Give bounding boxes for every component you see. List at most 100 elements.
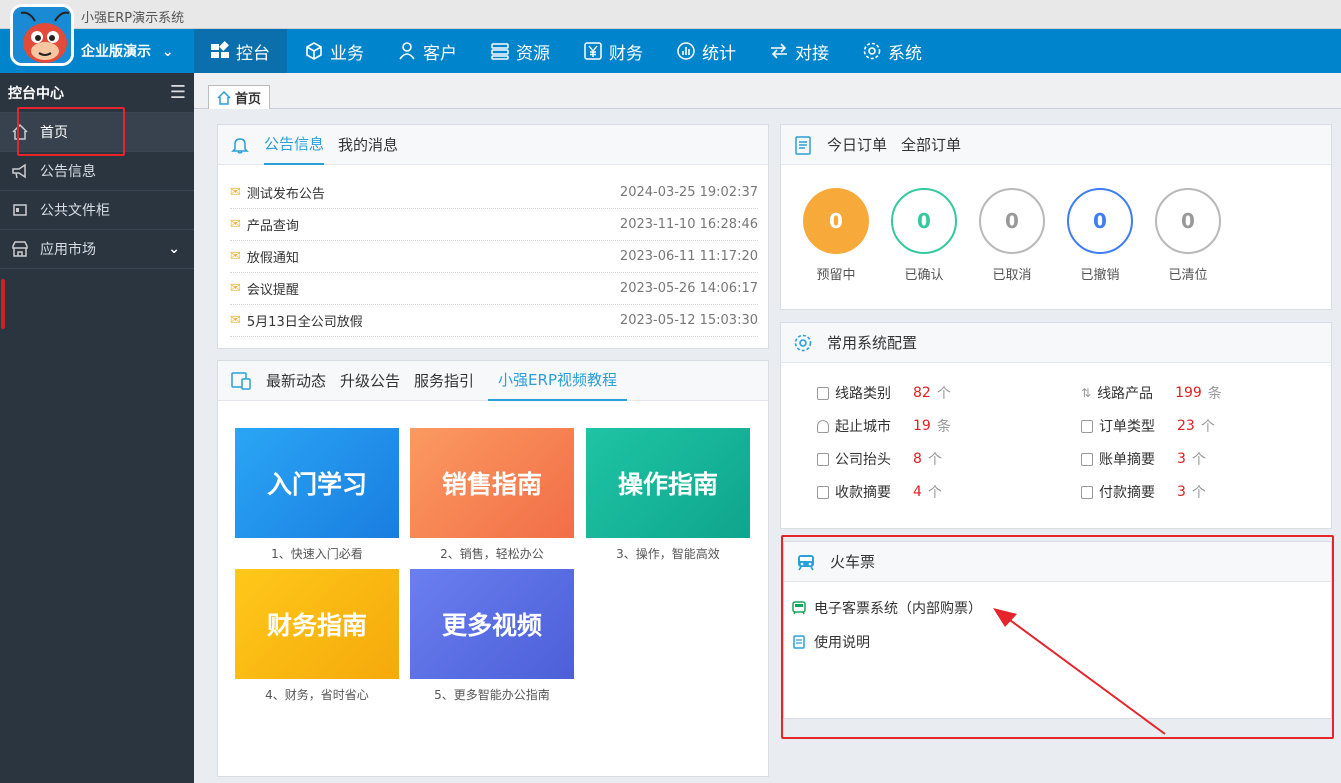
store-icon [0, 240, 40, 258]
stat-revoked-circle[interactable]: 0 [1067, 188, 1133, 254]
nav-finance[interactable]: 财务 [583, 29, 643, 73]
notice-title: 5月13日全公司放假 [246, 315, 363, 330]
config-label: 线路产品 [1097, 386, 1154, 402]
tab-my-messages[interactable]: 我的消息 [338, 134, 398, 155]
nav-integration[interactable]: 对接 [769, 29, 829, 73]
sidebar: 控台中心 ☰ 首页 公告信息 公共文件柜 应用市场 ⌄ [0, 73, 194, 783]
nav-dashboard[interactable]: 控台 [194, 29, 287, 73]
config-item-order-type[interactable]: 订单类型 23 个 [1081, 416, 1215, 436]
notice-title: 放假通知 [246, 251, 299, 266]
notices-header: 公告信息 我的消息 [218, 125, 768, 165]
edition-selector[interactable]: 企业版演示 ⌄ [81, 41, 174, 61]
tab-service-guide[interactable]: 服务指引 [414, 370, 474, 391]
video-card-sales-guide[interactable]: 销售指南 [410, 428, 574, 538]
sidebar-title: 控台中心 [8, 85, 64, 102]
config-unit: 个 [936, 386, 951, 402]
nav-label: 统计 [702, 43, 736, 64]
database-icon [491, 43, 509, 60]
config-item-company-header[interactable]: 公司抬头 8 个 [817, 449, 942, 469]
stat-reserved-circle[interactable]: 0 [803, 188, 869, 254]
notice-row[interactable]: ✉ 测试发布公告 2024-03-25 19:02:37 [230, 177, 758, 209]
config-count: 8 [913, 451, 922, 467]
video-card-more-videos[interactable]: 更多视频 [410, 569, 574, 679]
notice-date: 2023-11-10 16:28:46 [619, 217, 758, 232]
stat-value: 0 [1005, 209, 1019, 233]
notice-title: 测试发布公告 [246, 187, 325, 202]
mail-icon: ✉ [230, 217, 241, 232]
config-item-receipt-summary[interactable]: 收款摘要 4 个 [817, 482, 942, 502]
video-card-getting-started[interactable]: 入门学习 [235, 428, 399, 538]
tab-today-orders[interactable]: 今日订单 [827, 134, 887, 155]
nav-label: 客户 [423, 43, 457, 64]
config-item-payment-summary[interactable]: 付款摘要 3 个 [1081, 482, 1206, 502]
nav-resource[interactable]: 资源 [490, 29, 550, 73]
chevron-down-icon: ⌄ [161, 44, 174, 60]
nav-customer[interactable]: 客户 [397, 29, 457, 73]
payment-icon [1081, 485, 1093, 499]
config-count: 19 [913, 418, 931, 434]
sidebar-item-label: 公共文件柜 [40, 203, 110, 219]
card-caption: 5、更多智能办公指南 [434, 688, 550, 702]
config-unit: 个 [1191, 452, 1206, 468]
config-item-route-category[interactable]: 线路类别 82 个 [817, 383, 951, 403]
config-label: 收款摘要 [835, 485, 891, 501]
collapse-menu-icon[interactable]: ☰ [170, 82, 186, 103]
tab-latest-news[interactable]: 最新动态 [266, 370, 326, 391]
nav-label: 财务 [609, 43, 643, 64]
exchange-icon [771, 43, 787, 59]
document-icon [1081, 419, 1093, 433]
tab-announcements[interactable]: 公告信息 [264, 125, 325, 165]
nav-system[interactable]: 系统 [862, 29, 922, 73]
gear-icon [863, 42, 881, 60]
card-title: 销售指南 [441, 470, 542, 499]
sidebar-item-label: 公告信息 [40, 164, 96, 180]
document-icon [817, 452, 829, 466]
annotation-arrow [993, 608, 1166, 735]
stat-label: 已撤销 [1080, 268, 1120, 283]
sidebar-item-announcements[interactable]: 公告信息 [0, 152, 194, 191]
tab-video-tutorials[interactable]: 小强ERP视频教程 [488, 361, 627, 401]
nav-label: 对接 [795, 43, 829, 64]
stat-confirmed-circle[interactable]: 0 [891, 188, 957, 254]
yen-icon [584, 42, 602, 60]
config-item-bill-summary[interactable]: 账单摘要 3 个 [1081, 449, 1206, 469]
chart-icon [677, 42, 695, 60]
list-icon [817, 386, 829, 400]
notice-row[interactable]: ✉ 会议提醒 2023-05-26 14:06:17 [230, 273, 758, 305]
nav-statistics[interactable]: 统计 [676, 29, 736, 73]
orders-header: 今日订单 全部订单 [781, 125, 1331, 165]
video-card-finance-guide[interactable]: 财务指南 [235, 569, 399, 679]
config-label: 起止城市 [835, 419, 891, 435]
config-label: 公司抬头 [835, 452, 891, 468]
card-title: 操作指南 [617, 470, 718, 499]
sidebar-item-app-market[interactable]: 应用市场 ⌄ [0, 230, 194, 269]
scroll-indicator[interactable] [1, 279, 5, 329]
card-caption: 3、操作，智能高效 [616, 547, 720, 561]
stat-cleared-circle[interactable]: 0 [1155, 188, 1221, 254]
tab-all-orders[interactable]: 全部订单 [901, 134, 961, 155]
card-caption: 4、财务，省时省心 [265, 688, 369, 702]
config-label: 订单类型 [1099, 419, 1155, 435]
card-caption: 1、快速入门必看 [271, 547, 363, 561]
config-unit: 个 [927, 485, 942, 501]
sidebar-item-file-cabinet[interactable]: 公共文件柜 [0, 191, 194, 230]
stat-cancelled-circle[interactable]: 0 [979, 188, 1045, 254]
notice-row[interactable]: ✉ 产品查询 2023-11-10 16:28:46 [230, 209, 758, 241]
notice-row[interactable]: ✉ 放假通知 2023-06-11 11:17:20 [230, 241, 758, 273]
tab-home[interactable]: 首页 [208, 85, 271, 109]
nav-business[interactable]: 业务 [304, 29, 364, 73]
user-icon [399, 42, 415, 60]
gear-icon [794, 334, 812, 351]
monitor-icon [231, 371, 251, 390]
config-item-route-product[interactable]: ⇅ 线路产品 199 条 [1081, 383, 1222, 403]
page-tab-bar: 首页 [194, 73, 1341, 109]
config-unit: 个 [1191, 485, 1206, 501]
news-header: 最新动态 升级公告 服务指引 小强ERP视频教程 [218, 361, 768, 401]
document-icon [1081, 452, 1093, 466]
bell-icon [231, 137, 249, 154]
notice-row[interactable]: ✉ 5月13日全公司放假 2023-05-12 15:03:30 [230, 305, 758, 337]
video-card-operation-guide[interactable]: 操作指南 [586, 428, 750, 538]
card-caption: 2、销售，轻松办公 [440, 547, 544, 561]
config-item-cities[interactable]: 起止城市 19 条 [817, 416, 951, 436]
tab-upgrade-notice[interactable]: 升级公告 [340, 370, 400, 391]
